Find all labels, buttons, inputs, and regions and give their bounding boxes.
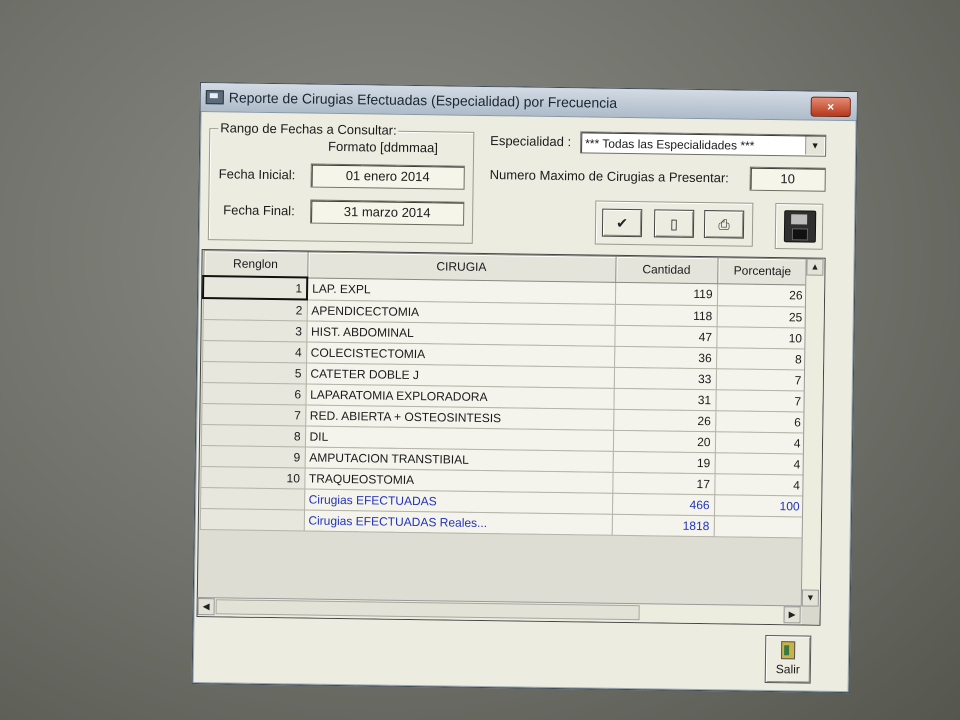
summary-label[interactable]: Cirugias EFECTUADAS Reales... [303, 509, 613, 536]
close-icon: × [827, 99, 835, 114]
end-date-field[interactable]: 31 marzo 2014 [310, 199, 465, 226]
save-group [774, 203, 824, 250]
title-bar[interactable]: Reporte de Cirugias Efectuadas (Especial… [200, 83, 857, 122]
scroll-up-icon[interactable]: ▲ [806, 258, 824, 276]
scroll-down-icon[interactable]: ▼ [801, 589, 819, 607]
percent-cell[interactable]: 6 [715, 410, 806, 433]
summary-percent[interactable] [713, 515, 804, 538]
exit-label: Salir [775, 662, 800, 677]
quantity-cell[interactable]: 20 [612, 430, 716, 453]
date-range-legend: Rango de Fechas a Consultar: [218, 120, 399, 138]
start-date-label: Fecha Inicial: [218, 166, 296, 183]
action-toolbar: ✔ ▯ ⎙ [594, 200, 754, 247]
percent-cell[interactable]: 10 [716, 326, 807, 349]
row-number [199, 508, 305, 531]
column-header-row[interactable]: Renglon [203, 250, 308, 278]
percent-cell[interactable]: 4 [714, 452, 805, 475]
row-number[interactable]: 7 [201, 403, 306, 427]
row-number[interactable]: 6 [201, 382, 306, 406]
close-button[interactable]: × [810, 96, 851, 118]
max-surgeries-field[interactable]: 10 [749, 166, 826, 192]
summary-quantity[interactable]: 1818 [611, 514, 714, 537]
row-number[interactable]: 2 [202, 298, 307, 322]
percent-cell[interactable]: 26 [716, 283, 808, 307]
summary-percent[interactable]: 100 [713, 494, 805, 517]
row-number [200, 487, 305, 510]
max-surgeries-label: Numero Maximo de Cirugias a Presentar: [489, 167, 729, 186]
new-report-button[interactable]: ▯ [653, 209, 695, 238]
column-header-percent[interactable]: Porcentaje [717, 257, 808, 285]
quantity-cell[interactable]: 31 [613, 388, 716, 411]
scroll-left-icon[interactable]: ◀ [197, 598, 215, 616]
quantity-cell[interactable]: 119 [614, 281, 718, 306]
horizontal-scroll-thumb[interactable] [215, 599, 640, 621]
column-header-quantity[interactable]: Cantidad [615, 256, 718, 284]
percent-cell[interactable]: 25 [716, 305, 807, 328]
row-number[interactable]: 5 [201, 361, 307, 385]
scroll-corner [801, 606, 820, 625]
summary-quantity[interactable]: 466 [612, 493, 715, 516]
quantity-cell[interactable]: 33 [613, 367, 717, 390]
run-report-button[interactable]: ✔ [601, 208, 643, 238]
printer-icon: ⎙ [718, 216, 730, 233]
row-number[interactable]: 8 [200, 424, 306, 448]
document-icon: ▯ [670, 215, 679, 232]
vertical-scrollbar[interactable]: ▲ ▼ [800, 258, 825, 607]
percent-cell[interactable]: 7 [715, 389, 806, 412]
row-number[interactable]: 1 [202, 276, 308, 300]
window-title: Reporte de Cirugias Efectuadas (Especial… [228, 89, 618, 111]
quantity-cell[interactable]: 26 [613, 409, 716, 432]
percent-cell[interactable]: 7 [715, 368, 807, 391]
print-button[interactable]: ⎙ [703, 210, 745, 239]
quantity-cell[interactable]: 17 [612, 472, 715, 495]
row-number[interactable]: 4 [202, 340, 307, 364]
results-table: Renglon CIRUGIA Cantidad Porcentaje 1 LAP… [199, 250, 808, 538]
row-number[interactable]: 9 [200, 445, 305, 468]
start-date-field[interactable]: 01 enero 2014 [310, 163, 465, 190]
specialty-value: *** Todas las Especialidades *** [585, 136, 755, 153]
save-icon[interactable] [783, 210, 817, 243]
specialty-label: Especialidad : [490, 133, 572, 150]
chevron-down-icon[interactable]: ▼ [805, 136, 825, 155]
exit-button[interactable]: Salir [764, 634, 812, 684]
row-number[interactable]: 3 [202, 319, 307, 343]
quantity-cell[interactable]: 36 [614, 346, 717, 369]
specialty-select[interactable]: *** Todas las Especialidades *** ▼ [580, 131, 827, 157]
report-window: Reporte de Cirugias Efectuadas (Especial… [191, 82, 858, 694]
quantity-cell[interactable]: 47 [614, 325, 717, 348]
date-format-label: Formato [ddmmaa] [328, 138, 439, 156]
app-icon [205, 90, 224, 105]
check-icon: ✔ [616, 214, 629, 231]
quantity-cell[interactable]: 19 [612, 451, 715, 474]
door-exit-icon [780, 641, 796, 660]
percent-cell[interactable]: 8 [716, 347, 807, 370]
row-number[interactable]: 10 [200, 466, 305, 489]
horizontal-scrollbar[interactable]: ◀ ▶ [197, 597, 802, 625]
results-grid[interactable]: Renglon CIRUGIA Cantidad Porcentaje 1 LAP… [196, 249, 826, 626]
percent-cell[interactable]: 4 [714, 431, 806, 454]
end-date-label: Fecha Final: [223, 202, 295, 219]
scroll-right-icon[interactable]: ▶ [783, 606, 801, 624]
quantity-cell[interactable]: 118 [614, 303, 717, 327]
percent-cell[interactable]: 4 [714, 473, 805, 496]
date-range-group: Rango de Fechas a Consultar: Formato [dd… [207, 120, 475, 244]
